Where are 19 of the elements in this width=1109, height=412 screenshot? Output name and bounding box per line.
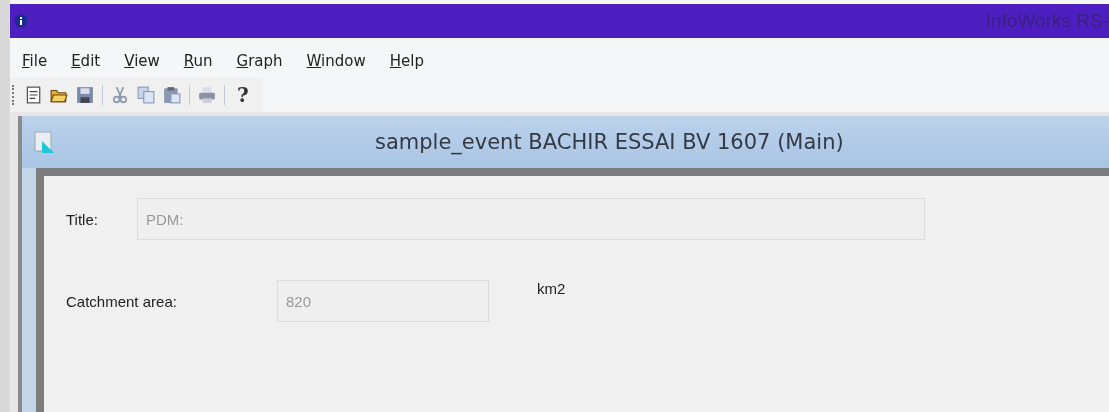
menu-item[interactable]: Edit bbox=[63, 50, 109, 72]
window-title: sample_event BACHIR ESSAI BV 1607 (Main) bbox=[375, 130, 844, 154]
toolbar-grip bbox=[12, 85, 16, 105]
menu-item[interactable]: Run bbox=[175, 50, 221, 72]
scissors-icon[interactable] bbox=[111, 86, 129, 104]
unit-label: km2 bbox=[537, 280, 566, 297]
menu-item[interactable]: Help bbox=[381, 50, 432, 72]
menu-item[interactable]: Graph bbox=[228, 50, 291, 72]
info-icon bbox=[14, 14, 28, 28]
menu-item[interactable]: Window bbox=[298, 50, 374, 72]
document-icon[interactable] bbox=[24, 86, 42, 104]
field-label: Catchment area: bbox=[65, 292, 178, 310]
menu-item[interactable]: View bbox=[116, 50, 168, 72]
field-label: Title: bbox=[65, 210, 99, 228]
window-title: InfoWorks RS- bbox=[985, 10, 1109, 32]
help-button[interactable]: ? bbox=[233, 85, 253, 105]
menu-item[interactable]: File bbox=[14, 50, 56, 72]
clipboard-icon[interactable] bbox=[163, 86, 181, 104]
printer-icon[interactable] bbox=[198, 86, 216, 104]
